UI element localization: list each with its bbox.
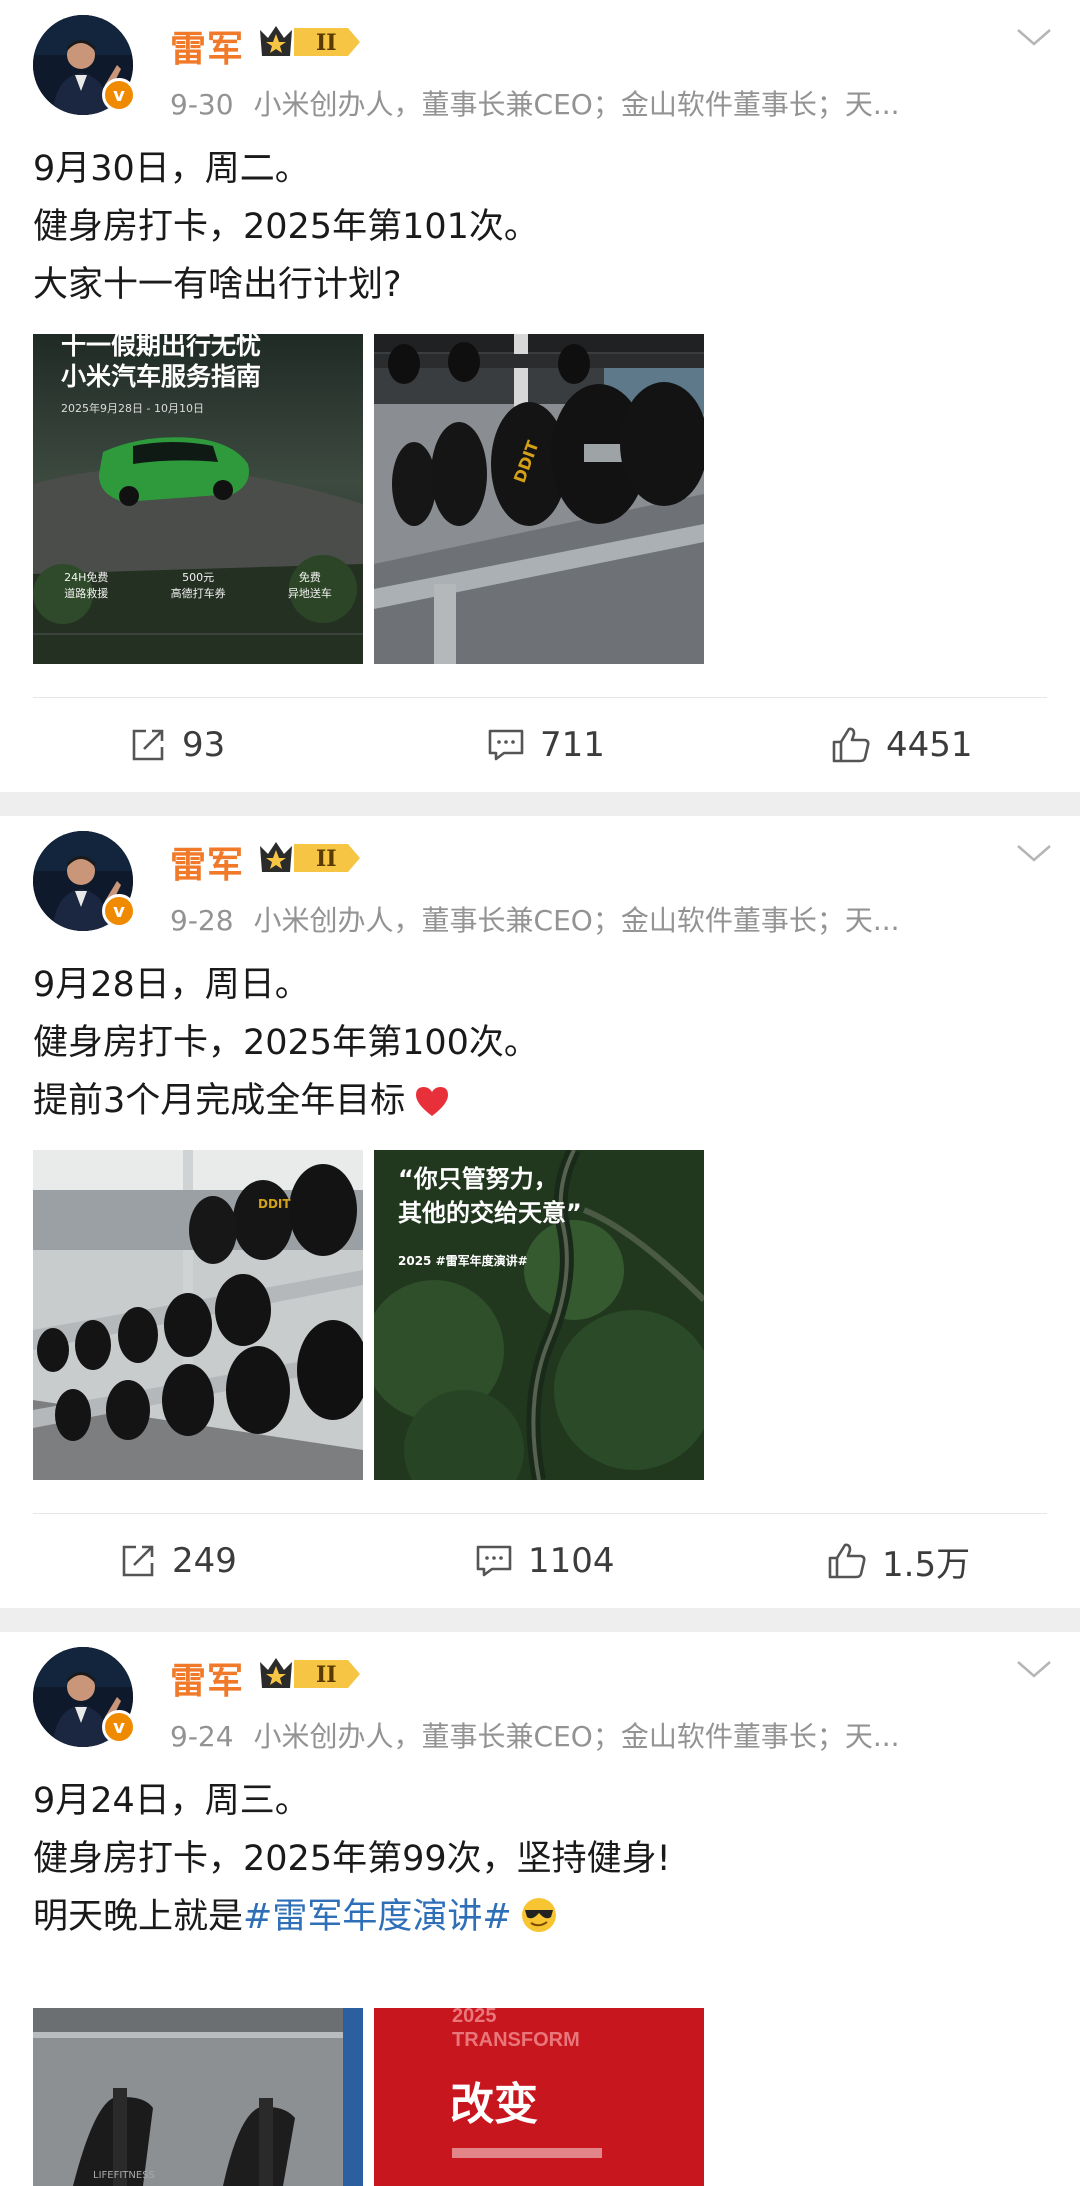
post-image-forest-road[interactable]: “你只管努力， 其他的交给天意” 2025 #雷军年度演讲#: [374, 1150, 704, 1480]
poster-title: 改变: [450, 2079, 538, 2130]
vip-level: II: [316, 30, 337, 56]
sunglasses-emoji-icon: [521, 1898, 556, 1932]
poster-heading-line: 2025: [452, 2008, 497, 2027]
post-date: 9-30: [170, 88, 234, 121]
post-line: 健身房打卡，2025年第101次。: [33, 207, 539, 247]
feed-separator: [0, 792, 1080, 816]
share-icon: [132, 729, 164, 761]
dumbbell-brand-label: DDIT: [258, 1197, 291, 1211]
post-meta: 9-24 小米创办人，董事长兼CEO；金山软件董事长；天...: [170, 1715, 950, 1755]
post-line: 健身房打卡，2025年第100次。: [33, 1023, 539, 1063]
author-bio: 小米创办人，董事长兼CEO；金山软件董事长；天...: [253, 904, 900, 937]
vip-crown-icon: II: [260, 842, 360, 872]
vip-crown-icon: II: [260, 1658, 360, 1688]
author-name[interactable]: 雷军: [170, 1652, 244, 1704]
image-quote-line: 其他的交给天意”: [398, 1199, 582, 1227]
author-bio: 小米创办人，董事长兼CEO；金山软件董事长；天...: [253, 1720, 900, 1753]
post-line: 9月24日，周三。: [33, 1781, 310, 1821]
hashtag-link[interactable]: #雷军年度演讲#: [243, 1897, 512, 1937]
post-date: 9-24: [170, 1720, 234, 1753]
image-title-line: 十一假期出行无忧: [61, 334, 262, 360]
post-card[interactable]: v 雷军 II 9-24 小米创办人，董事长兼CEO；金山软件董事长；天... 9…: [0, 1632, 1080, 2186]
post-text: 9月28日，周日。 健身房打卡，2025年第100次。 提前3个月完成全年目标: [33, 956, 539, 1130]
comment-button[interactable]: 1104: [474, 1514, 615, 1608]
comment-icon: [476, 1545, 512, 1577]
post-image-gym-machines[interactable]: LIFEFITNESS: [33, 2008, 363, 2186]
share-count: 93: [182, 725, 226, 765]
post-line: 9月28日，周日。: [33, 965, 310, 1005]
verified-badge-icon: v: [102, 78, 136, 112]
post-text: 9月30日，周二。 健身房打卡，2025年第101次。 大家十一有啥出行计划?: [33, 140, 539, 314]
share-button[interactable]: 93: [128, 698, 225, 792]
post-card[interactable]: v 雷军 II 9-30 小米创办人，董事长兼CEO；金山软件董事长；天... 9…: [0, 0, 1080, 792]
post-line: 9月30日，周二。: [33, 149, 310, 189]
share-button[interactable]: 249: [118, 1514, 237, 1608]
vip-crown-icon: II: [260, 26, 360, 56]
like-count: 1.5万: [882, 1544, 971, 1585]
vip-level: II: [316, 846, 337, 872]
post-text: 9月24日，周三。 健身房打卡，2025年第99次，坚持健身! 明天晚上就是#雷…: [33, 1772, 671, 1946]
image-feature: 免费 异地送车: [287, 571, 332, 600]
like-button[interactable]: 1.5万: [826, 1514, 970, 1608]
image-quote-line: “你只管努力，: [398, 1165, 558, 1193]
post-card[interactable]: v 雷军 II 9-28 小米创办人，董事长兼CEO；金山软件董事长；天... 9…: [0, 816, 1080, 1608]
vip-level: II: [316, 1662, 337, 1688]
verified-badge-icon: v: [102, 894, 136, 928]
image-title: 十一假期出行无忧 小米汽车服务指南: [61, 334, 261, 392]
image-feature-row: 24H免费 道路救援 500元 高德打车券 免费 异地送车: [33, 570, 363, 602]
post-meta: 9-28 小米创办人，董事长兼CEO；金山软件董事长；天...: [170, 899, 950, 939]
poster-heading: 2025 TRANSFORM: [452, 2008, 580, 2052]
image-title-line: 小米汽车服务指南: [61, 362, 262, 391]
machine-brand-label: LIFEFITNESS: [93, 2170, 155, 2181]
post-image-dumbbells[interactable]: DDIT: [374, 334, 704, 664]
chevron-down-icon[interactable]: [1014, 22, 1054, 52]
poster-scribble: [452, 2148, 602, 2158]
post-line: 明天晚上就是#雷军年度演讲#: [33, 1888, 671, 1946]
poster-heading-line: TRANSFORM: [452, 2029, 580, 2051]
post-image-car-guide[interactable]: 十一假期出行无忧 小米汽车服务指南 2025年9月28日 - 10月10日 24…: [33, 334, 363, 664]
post-line: 健身房打卡，2025年第99次，坚持健身!: [33, 1839, 671, 1879]
comment-icon: [488, 729, 524, 761]
post-line: 大家十一有啥出行计划?: [33, 265, 402, 305]
author-name[interactable]: 雷军: [170, 836, 244, 888]
image-subtitle: 2025年9月28日 - 10月10日: [61, 402, 204, 415]
image-quote: “你只管努力， 其他的交给天意”: [398, 1162, 582, 1230]
heart-emoji-icon: [416, 1087, 449, 1116]
post-line-text: 明天晚上就是: [33, 1897, 244, 1937]
like-count: 4451: [886, 725, 973, 765]
like-button[interactable]: 4451: [830, 698, 973, 792]
comment-button[interactable]: 711: [486, 698, 605, 792]
image-tag: 2025 #雷军年度演讲#: [398, 1254, 528, 1268]
feed-separator: [0, 1608, 1080, 1632]
verified-badge-icon: v: [102, 1710, 136, 1744]
chevron-down-icon[interactable]: [1014, 1654, 1054, 1684]
thumbs-up-icon: [828, 1543, 866, 1579]
comment-count: 711: [540, 725, 605, 765]
action-bar: 249 1104 1.5万: [0, 1514, 1080, 1608]
post-date: 9-28: [170, 904, 234, 937]
author-bio: 小米创办人，董事长兼CEO；金山软件董事长；天...: [253, 88, 900, 121]
post-image-transform-poster[interactable]: 2025 TRANSFORM 改变: [374, 2008, 704, 2186]
share-count: 249: [172, 1541, 237, 1581]
thumbs-up-icon: [832, 727, 870, 763]
action-bar: 93 711 4451: [0, 698, 1080, 792]
chevron-down-icon[interactable]: [1014, 838, 1054, 868]
post-meta: 9-30 小米创办人，董事长兼CEO；金山软件董事长；天...: [170, 83, 950, 123]
comment-count: 1104: [528, 1541, 615, 1581]
author-name[interactable]: 雷军: [170, 20, 244, 72]
image-feature: 500元 高德打车券: [170, 571, 226, 600]
post-line: 提前3个月完成全年目标: [33, 1072, 539, 1130]
post-image-gym-rack[interactable]: DDIT: [33, 1150, 363, 1480]
image-feature: 24H免费 道路救援: [64, 571, 109, 600]
share-icon: [122, 1545, 154, 1577]
post-line-text: 提前3个月完成全年目标: [33, 1081, 406, 1121]
